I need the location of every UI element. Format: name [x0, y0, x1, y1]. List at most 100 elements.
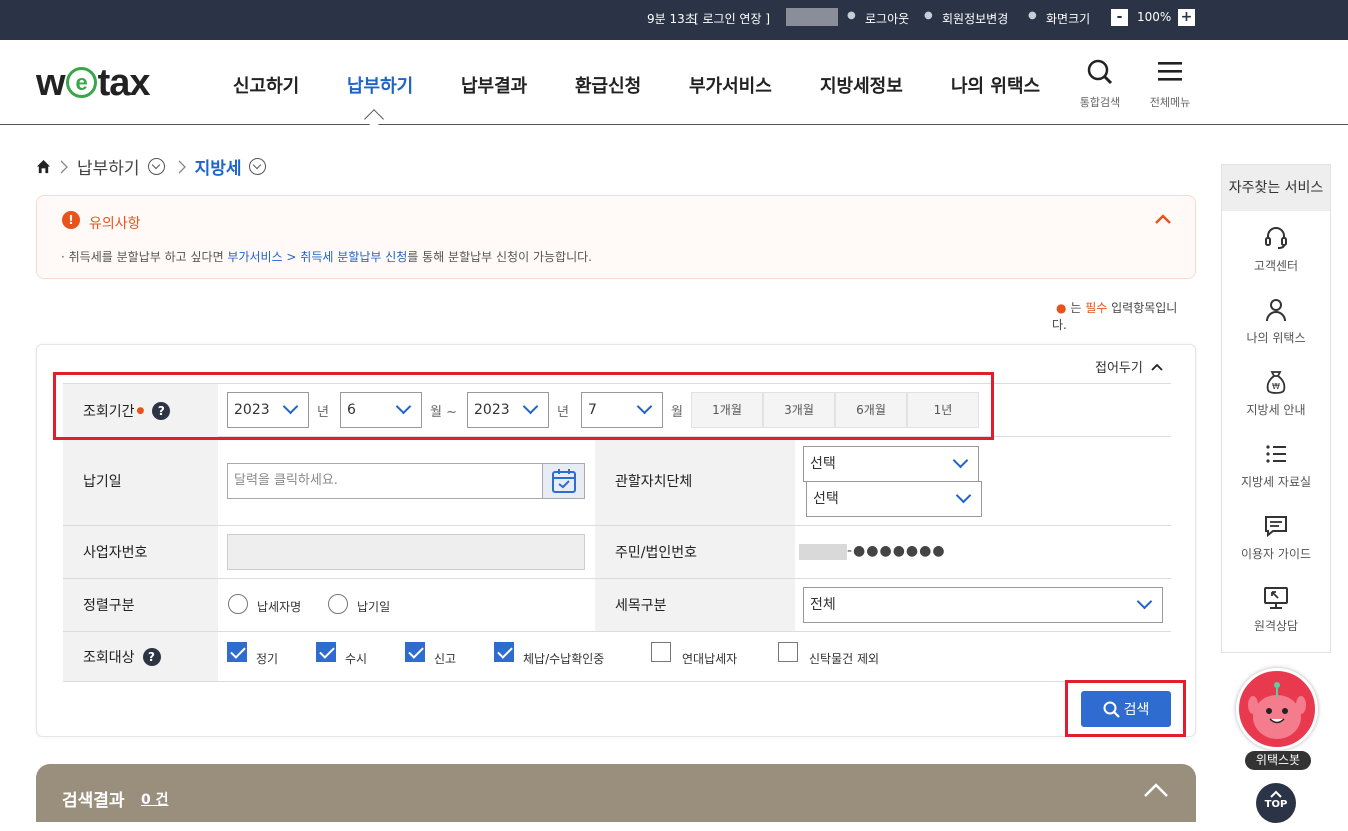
- zoom-out-button[interactable]: -: [1111, 9, 1128, 26]
- chevron-down-icon[interactable]: [147, 158, 165, 175]
- monitor-icon: [1264, 587, 1288, 609]
- top-utility-bar: 9분 13초 [ 로그인 연장 ] ● 로그아웃 ● 회원정보변경 ● 화면크기…: [0, 0, 1348, 40]
- sort-duedate-label: 납기일: [357, 600, 391, 614]
- sort-taxpayer-radio[interactable]: [228, 594, 248, 614]
- nav-payment-result[interactable]: 납부결과: [461, 72, 527, 98]
- breadcrumb: 납부하기 지방세: [36, 154, 267, 179]
- chevron-down-icon: [1136, 593, 1153, 610]
- global-search-button[interactable]: 통합검색: [1073, 58, 1127, 110]
- results-count: 0 건: [141, 792, 169, 808]
- chatbot-label[interactable]: 위택스봇: [1245, 751, 1311, 770]
- chatbot-button[interactable]: [1236, 668, 1318, 750]
- chevron-right-icon: [60, 160, 68, 173]
- target-joint-checkbox[interactable]: [651, 642, 671, 662]
- sidebar-item-customer-center[interactable]: 고객센터: [1222, 225, 1330, 274]
- chevron-down-icon[interactable]: [249, 158, 267, 175]
- chevron-up-icon: [1151, 363, 1163, 371]
- zoom-level: 100%: [1137, 10, 1172, 24]
- calendar-icon: [552, 469, 576, 493]
- login-extend-link[interactable]: [ 로그인 연장 ]: [694, 10, 770, 27]
- target-occasional-checkbox[interactable]: [316, 642, 336, 662]
- authority-select-2[interactable]: 선택: [806, 481, 982, 517]
- hamburger-icon: [1158, 62, 1182, 81]
- authority-select-1[interactable]: 선택: [803, 446, 979, 482]
- target-trust-exclude-checkbox[interactable]: [778, 642, 798, 662]
- nav-my-wetax[interactable]: 나의 위택스: [951, 72, 1040, 98]
- nav-payment[interactable]: 납부하기: [347, 72, 413, 98]
- sort-taxpayer-label: 납세자명: [257, 600, 302, 614]
- home-icon[interactable]: [36, 159, 51, 174]
- period-highlight-box: [53, 372, 994, 440]
- calendar-button[interactable]: [542, 464, 584, 498]
- member-edit-link[interactable]: 회원정보변경: [942, 10, 1008, 27]
- sidebar-item-user-guide[interactable]: 이용자 가이드: [1222, 513, 1330, 562]
- money-bag-icon: ₩: [1266, 371, 1286, 394]
- target-arrears-label: 체납/수납확인중: [523, 652, 605, 666]
- notice-text: · 취득세를 분할납부 하고 싶다면 부가서비스 > 취득세 분할납부 신청를 …: [61, 250, 592, 264]
- target-trust-exclude-label: 신탁물건 제외: [809, 652, 880, 666]
- session-timer: 9분 13초: [647, 12, 696, 26]
- chevron-right-icon: [178, 160, 186, 173]
- sort-duedate-radio[interactable]: [328, 594, 348, 614]
- all-menu-button[interactable]: 전체메뉴: [1143, 58, 1197, 110]
- wetax-logo[interactable]: w e tax: [36, 62, 150, 105]
- chat-icon: [1265, 516, 1287, 538]
- target-arrears-checkbox[interactable]: [494, 642, 514, 662]
- screen-size-label: 화면크기: [1046, 12, 1091, 26]
- due-date-input[interactable]: 달력을 클릭하세요.: [227, 463, 585, 499]
- masked-username: [786, 8, 838, 26]
- target-joint-label: 연대납세자: [682, 652, 738, 666]
- svg-text:₩: ₩: [1272, 382, 1280, 391]
- target-report-checkbox[interactable]: [405, 642, 425, 662]
- masked-resident-prefix: [799, 544, 847, 560]
- authority-label: 관할자치단체: [595, 437, 795, 525]
- required-note: ● 는 필수 입력항목입니 다.: [1052, 301, 1178, 332]
- top-button[interactable]: TOP: [1256, 783, 1296, 823]
- nav-local-tax-info[interactable]: 지방세정보: [820, 72, 903, 98]
- resident-no-masked: -●●●●●●●: [847, 543, 946, 559]
- chevron-up-icon[interactable]: [1143, 782, 1169, 798]
- search-highlight-box: [1065, 680, 1186, 737]
- notice-panel: ! 유의사항 · 취득세를 분할납부 하고 싶다면 부가서비스 > 취득세 분할…: [36, 195, 1196, 279]
- nav-refund[interactable]: 환급신청: [575, 72, 641, 98]
- user-icon: [1266, 299, 1286, 322]
- results-title: 검색결과: [62, 791, 125, 811]
- notice-link[interactable]: 부가서비스 > 취득세 분할납부 신청: [227, 250, 407, 264]
- sidebar-item-local-tax-guide[interactable]: ₩ 지방세 안내: [1222, 369, 1330, 418]
- target-occasional-label: 수시: [345, 652, 368, 666]
- target-regular-checkbox[interactable]: [227, 642, 247, 662]
- search-icon: [1087, 59, 1113, 85]
- nav-report[interactable]: 신고하기: [233, 72, 299, 98]
- collapse-button[interactable]: 접어두기: [1095, 357, 1163, 376]
- nav-extra-services[interactable]: 부가서비스: [689, 72, 772, 98]
- help-icon[interactable]: ?: [142, 647, 161, 666]
- target-label: 조회대상?: [63, 632, 218, 681]
- list-icon: [1266, 445, 1286, 463]
- chevron-down-icon: [952, 452, 969, 469]
- chevron-up-icon: [1270, 790, 1282, 798]
- business-no-input: [227, 534, 585, 570]
- target-regular-label: 정기: [256, 652, 279, 666]
- resident-no-label: 주민/법인번호: [595, 526, 795, 578]
- notice-title: 유의사항: [89, 216, 141, 232]
- breadcrumb-level1[interactable]: 납부하기: [77, 154, 140, 179]
- logout-link[interactable]: 로그아웃: [865, 10, 909, 27]
- sidebar-item-remote-support[interactable]: 원격상담: [1222, 585, 1330, 634]
- main-header: w e tax 신고하기 납부하기 납부결과 환급신청 부가서비스 지방세정보 나의…: [0, 40, 1348, 129]
- sidebar-item-my-wetax[interactable]: 나의 위택스: [1222, 297, 1330, 346]
- tax-item-select[interactable]: 전체: [803, 587, 1163, 623]
- breadcrumb-level2[interactable]: 지방세: [195, 154, 242, 179]
- business-no-label: 사업자번호: [63, 526, 218, 578]
- tax-item-label: 세목구분: [595, 579, 795, 631]
- sidebar-item-local-tax-library[interactable]: 지방세 자료실: [1222, 441, 1330, 490]
- results-header: 검색결과 0 건: [36, 764, 1196, 831]
- chatbot-mascot-icon: [1248, 682, 1306, 739]
- warning-icon: !: [62, 211, 80, 229]
- due-date-label: 납기일: [63, 437, 218, 525]
- active-nav-indicator: [364, 109, 384, 129]
- target-report-label: 신고: [434, 652, 457, 666]
- headset-icon: [1265, 227, 1287, 249]
- zoom-in-button[interactable]: +: [1178, 9, 1195, 26]
- chevron-up-icon[interactable]: [1154, 213, 1172, 225]
- sidebar-title: 자주찾는 서비스: [1222, 165, 1330, 211]
